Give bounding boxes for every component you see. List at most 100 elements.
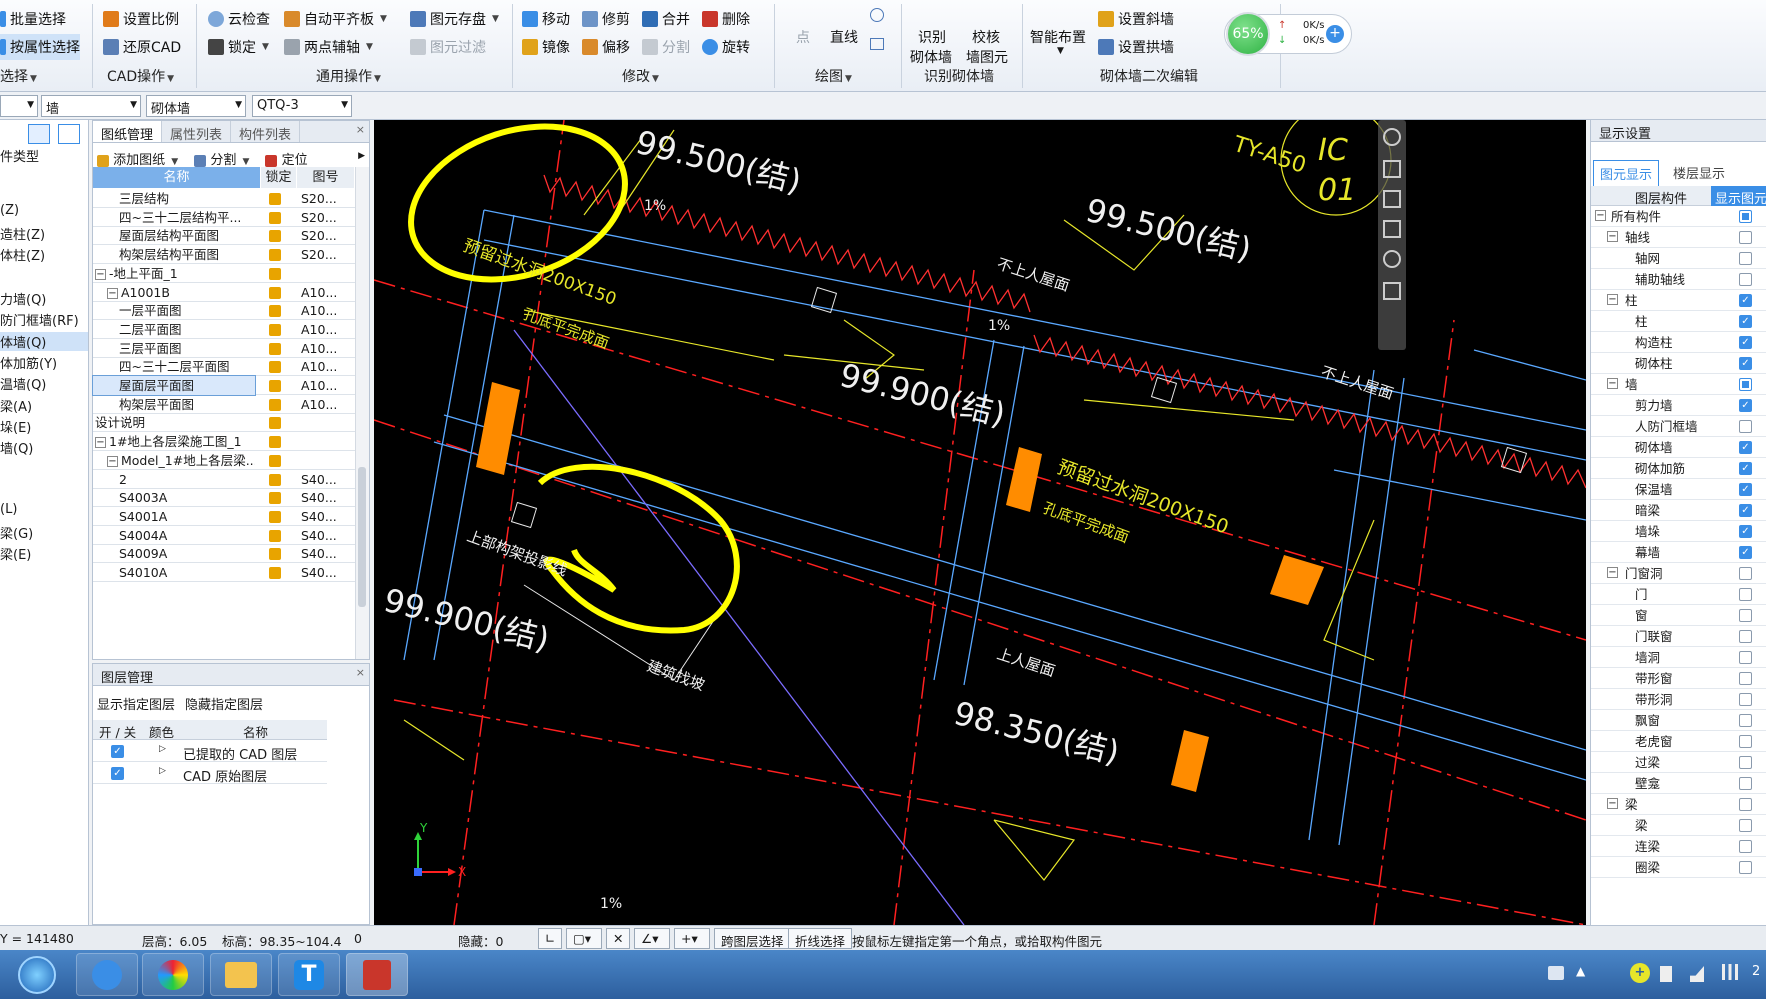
- collapse-icon[interactable]: −: [1607, 798, 1618, 809]
- component-type-item[interactable]: (L): [0, 502, 17, 517]
- more-icon[interactable]: ▶: [358, 151, 365, 161]
- table-icon[interactable]: [1383, 282, 1401, 300]
- show-element-checkbox[interactable]: ✓: [1739, 525, 1752, 538]
- tab-floor-display[interactable]: 楼层显示: [1667, 160, 1731, 185]
- collapse-icon[interactable]: −: [1607, 231, 1618, 242]
- show-element-checkbox[interactable]: [1739, 840, 1752, 853]
- display-tree-row[interactable]: 柱 ✓: [1591, 311, 1766, 332]
- category-combo[interactable]: ▼: [0, 95, 38, 117]
- split-button[interactable]: 分割: [642, 34, 690, 60]
- table-row[interactable]: 四~三十二层结构平... S20...: [93, 208, 355, 227]
- display-tree-row[interactable]: 剪力墙 ✓: [1591, 395, 1766, 416]
- show-element-checkbox[interactable]: [1739, 378, 1752, 391]
- move-button[interactable]: 移动: [522, 6, 570, 32]
- component-combo[interactable]: QTQ-3 ▼: [252, 95, 352, 117]
- taskbar-app-icon[interactable]: [210, 953, 272, 996]
- display-tree-row[interactable]: 辅助轴线: [1591, 269, 1766, 290]
- point-button[interactable]: 点: [796, 24, 810, 50]
- display-tree-row[interactable]: 窗: [1591, 605, 1766, 626]
- display-tree-row[interactable]: 幕墙 ✓: [1591, 542, 1766, 563]
- col-header-lock[interactable]: 锁定: [261, 167, 297, 188]
- lock-icon[interactable]: [269, 342, 281, 355]
- display-tree-row[interactable]: 飘窗: [1591, 710, 1766, 731]
- show-element-checkbox[interactable]: ✓: [1739, 546, 1752, 559]
- trim-button[interactable]: 修剪: [582, 6, 630, 32]
- lock-icon[interactable]: [269, 267, 281, 280]
- collapse-icon[interactable]: −: [1595, 210, 1606, 221]
- close-icon[interactable]: ×: [356, 123, 365, 136]
- group-general-label[interactable]: 通用操作 ▼: [316, 66, 381, 86]
- display-tree-row[interactable]: − 所有构件: [1591, 206, 1766, 227]
- tab-drawing-manager[interactable]: 图纸管理: [93, 121, 163, 143]
- close-icon[interactable]: ×: [356, 666, 365, 679]
- display-tree-row[interactable]: 带形洞: [1591, 689, 1766, 710]
- show-element-checkbox[interactable]: [1739, 210, 1752, 223]
- display-tree-row[interactable]: 人防门框墙: [1591, 416, 1766, 437]
- split-drawing-button[interactable]: 分割 ▼: [194, 149, 249, 168]
- restore-cad-button[interactable]: 还原CAD: [103, 34, 181, 60]
- rotate-button[interactable]: 旋转: [702, 34, 750, 60]
- rotate-icon[interactable]: [1383, 250, 1401, 268]
- taskbar-app-icon[interactable]: [76, 953, 138, 996]
- table-row[interactable]: 屋面层结构平面图 S20...: [93, 226, 355, 246]
- select-by-attr-button[interactable]: 按属性选择: [0, 34, 80, 60]
- show-element-checkbox[interactable]: [1739, 651, 1752, 664]
- show-element-checkbox[interactable]: [1739, 735, 1752, 748]
- show-element-checkbox[interactable]: [1739, 252, 1752, 265]
- cloud-check-button[interactable]: 云检查: [208, 6, 270, 32]
- group-select-label[interactable]: 选择 ▼: [0, 66, 37, 86]
- lock-icon[interactable]: [269, 398, 281, 411]
- table-row[interactable]: − A1001B A10...: [93, 283, 355, 302]
- display-tree-row[interactable]: 暗梁 ✓: [1591, 500, 1766, 521]
- batch-select-button[interactable]: 批量选择: [0, 6, 66, 32]
- scrollbar[interactable]: [355, 167, 369, 659]
- group-cad-label[interactable]: CAD操作 ▼: [107, 66, 174, 86]
- show-element-checkbox[interactable]: [1739, 861, 1752, 874]
- display-tree-row[interactable]: − 柱 ✓: [1591, 290, 1766, 311]
- circle-icon[interactable]: [870, 8, 884, 22]
- display-tree-row[interactable]: 门联窗: [1591, 626, 1766, 647]
- lock-button[interactable]: 锁定 ▼: [208, 34, 269, 60]
- component-type-item[interactable]: 力墙(Q): [0, 289, 46, 308]
- tab-components[interactable]: 构件列表: [231, 121, 301, 143]
- memory-badge[interactable]: 65%: [1226, 12, 1270, 56]
- display-tree-row[interactable]: 连梁: [1591, 836, 1766, 857]
- plus-tray-icon[interactable]: +: [1630, 963, 1650, 983]
- add-drawing-button[interactable]: 添加图纸 ▼: [97, 149, 178, 168]
- lock-icon[interactable]: [269, 529, 281, 542]
- table-row[interactable]: 四~三十二层平面图 A10...: [93, 357, 355, 377]
- collapse-icon[interactable]: −: [1607, 378, 1618, 389]
- display-tree-row[interactable]: 保温墙 ✓: [1591, 479, 1766, 500]
- lock-icon[interactable]: [269, 193, 281, 205]
- display-tree-row[interactable]: − 墙: [1591, 374, 1766, 395]
- table-row[interactable]: S4009A S40...: [93, 544, 355, 564]
- set-arch-wall-button[interactable]: 设置拱墙: [1098, 34, 1174, 60]
- table-row[interactable]: 二层平面图 A10...: [93, 320, 355, 339]
- display-tree-row[interactable]: 壁龛: [1591, 773, 1766, 794]
- display-tree-row[interactable]: 老虎窗: [1591, 731, 1766, 752]
- show-element-checkbox[interactable]: ✓: [1739, 336, 1752, 349]
- two-point-axis-button[interactable]: 两点辅轴 ▼: [284, 34, 373, 60]
- collapse-icon[interactable]: −: [107, 287, 118, 299]
- component-type-item[interactable]: 梁(A): [0, 396, 32, 415]
- delete-button[interactable]: 删除: [702, 6, 750, 32]
- component-type-item[interactable]: 防门框墙(RF): [0, 310, 79, 329]
- show-element-checkbox[interactable]: [1739, 273, 1752, 286]
- show-element-checkbox[interactable]: [1739, 588, 1752, 601]
- display-tree-row[interactable]: 门: [1591, 584, 1766, 605]
- chevron-down-icon[interactable]: ▼: [1057, 46, 1064, 56]
- locate-button[interactable]: 定位: [265, 149, 308, 168]
- display-tree-row[interactable]: 砌体柱 ✓: [1591, 353, 1766, 374]
- show-element-checkbox[interactable]: ✓: [1739, 462, 1752, 475]
- show-element-checkbox[interactable]: [1739, 777, 1752, 790]
- table-row[interactable]: 一层平面图 A10...: [93, 301, 355, 321]
- cross-layer-select-button[interactable]: 跨图层选择: [714, 928, 791, 949]
- expand-icon[interactable]: ▷: [159, 766, 166, 776]
- lock-icon[interactable]: [269, 230, 281, 243]
- dynamic-input-toggle[interactable]: +▾: [674, 928, 710, 949]
- show-element-checkbox[interactable]: [1739, 672, 1752, 685]
- show-layer-button[interactable]: 显示指定图层: [97, 694, 175, 713]
- show-element-checkbox[interactable]: ✓: [1739, 504, 1752, 517]
- component-type-item[interactable]: 造柱(Z): [0, 224, 45, 243]
- set-slant-wall-button[interactable]: 设置斜墙: [1098, 6, 1174, 32]
